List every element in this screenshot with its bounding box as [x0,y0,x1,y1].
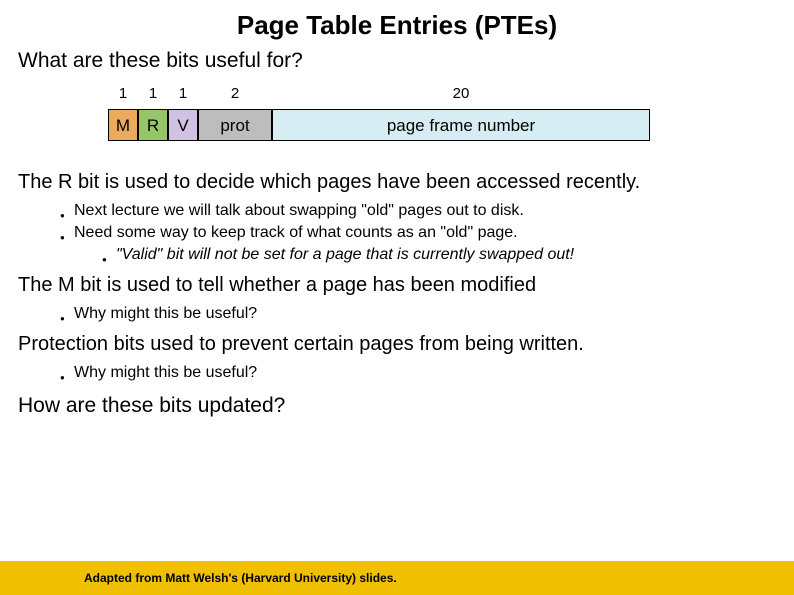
section-r-bit-bullets: Next lecture we will talk about swapping… [0,200,794,266]
pte-cell-r: R [138,109,168,141]
section-r-bit: The R bit is used to decide which pages … [0,171,794,194]
pte-cell-prot: prot [198,109,272,141]
pte-diagram: 1 1 1 2 20 M R V prot page frame number [108,83,794,141]
pte-cell-pfn: page frame number [272,109,650,141]
bullet-text: Next lecture we will talk about swapping… [74,202,524,219]
bit-width-v: 1 [168,83,198,109]
subtitle: What are these bits useful for? [0,49,794,83]
question-text: How are these bits updated? [0,394,794,418]
section-m-bit-bullets: Why might this be useful? [0,303,794,325]
list-item: Why might this be useful? [60,362,794,384]
section-prot-bits-bullets: Why might this be useful? [0,362,794,384]
page-title: Page Table Entries (PTEs) [0,0,794,49]
bullet-text: Why might this be useful? [74,364,257,381]
list-item: Next lecture we will talk about swapping… [60,200,794,222]
bit-width-m: 1 [108,83,138,109]
sub-bullets: "Valid" bit will not be set for a page t… [74,244,794,266]
section-m-bit: The M bit is used to tell whether a page… [0,274,794,297]
pte-bit-widths: 1 1 1 2 20 [108,83,794,109]
bullet-text: Need some way to keep track of what coun… [74,224,518,241]
list-item: "Valid" bit will not be set for a page t… [102,244,794,266]
bit-width-r: 1 [138,83,168,109]
pte-cell-v: V [168,109,198,141]
bullet-text: Why might this be useful? [74,305,257,322]
list-item: Why might this be useful? [60,303,794,325]
list-item: Need some way to keep track of what coun… [60,222,794,266]
attribution: Adapted from Matt Welsh's (Harvard Unive… [84,571,397,585]
bit-width-pfn: 20 [272,83,650,109]
pte-cell-m: M [108,109,138,141]
bullet-text: "Valid" bit will not be set for a page t… [116,246,574,263]
bit-width-prot: 2 [198,83,272,109]
section-prot-bits: Protection bits used to prevent certain … [0,333,794,356]
pte-fields: M R V prot page frame number [108,109,794,141]
